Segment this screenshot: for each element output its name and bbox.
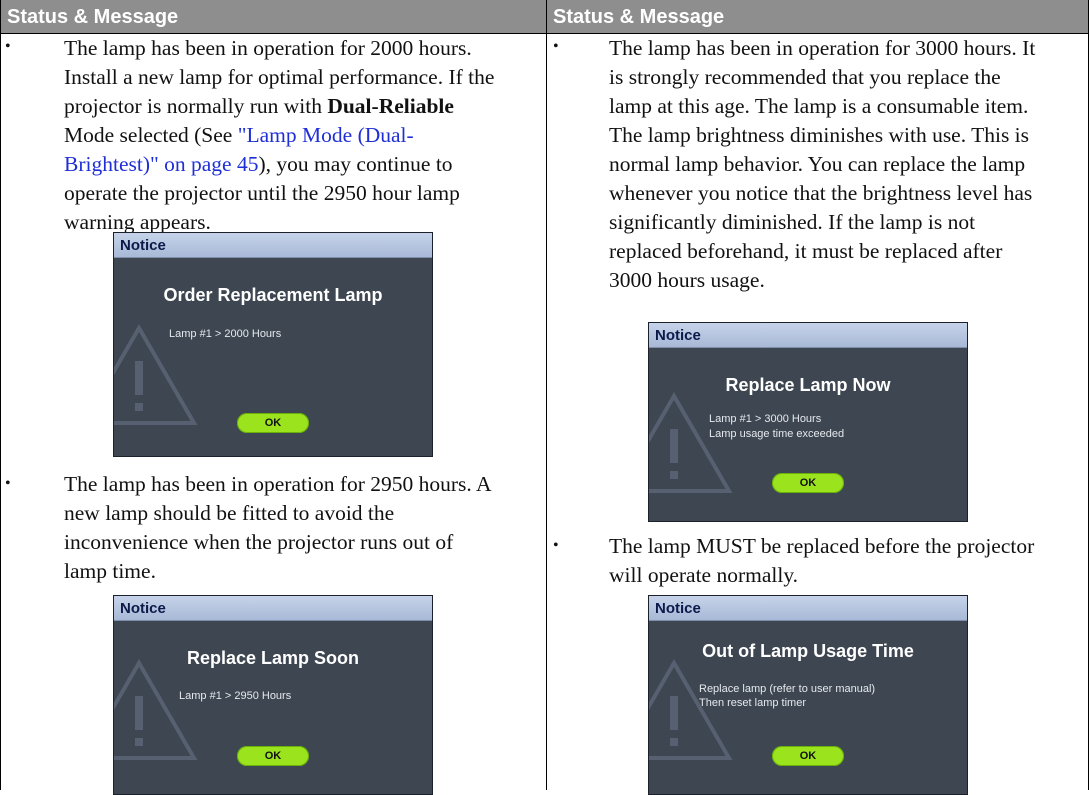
ok-button[interactable]: OK — [772, 473, 844, 493]
text-line: Mode selected (See "Lamp Mode (Dual- — [64, 121, 544, 150]
list-item: The lamp has been in operation for 3000 … — [609, 34, 1087, 295]
text-line: significantly diminished. If the lamp is… — [609, 210, 976, 234]
warning-triangle-icon — [649, 659, 733, 760]
text-line: 3000 hours usage. — [609, 268, 765, 292]
bullet: • — [553, 38, 559, 55]
dialog-header: Notice — [649, 596, 967, 621]
dialog-message: Lamp #1 > 2950 Hours — [179, 690, 292, 702]
text-line: replaced beforehand, it must be replaced… — [609, 239, 1003, 263]
notice-dialog: Notice Replace Lamp Soon Lamp #1 > 2950 … — [113, 595, 433, 795]
dialog-header: Notice — [649, 323, 967, 348]
dialog-title: Replace Lamp Soon — [186, 648, 360, 668]
dialog-title: Out of Lamp Usage Time — [702, 641, 914, 661]
bullet: • — [5, 475, 11, 492]
dialog-message: Lamp #1 > 2000 Hours — [169, 328, 282, 340]
notice-dialog: Notice Order Replacement Lamp Lamp #1 > … — [113, 232, 433, 457]
text-span: projector is normally run with — [64, 94, 328, 118]
text-line: Install a new lamp for optimal performan… — [64, 65, 495, 89]
cross-reference-link[interactable]: Brightest)" on page 45 — [64, 152, 258, 176]
notice-dialog: Notice Replace Lamp Now Lamp #1 > 3000 H… — [648, 322, 968, 522]
dialog-title: Order Replacement Lamp — [163, 285, 383, 305]
ok-button[interactable]: OK — [772, 746, 844, 766]
text-line: inconvenience when the projector runs ou… — [64, 530, 454, 554]
text-span: Mode selected (See — [64, 123, 238, 147]
right-column: Status & Message • The lamp has been in … — [547, 0, 1088, 795]
text-line: lamp at this age. The lamp is a consumab… — [609, 94, 1029, 118]
cross-reference-link[interactable]: "Lamp Mode (Dual- — [238, 123, 414, 147]
text-line: will operate normally. — [609, 563, 799, 587]
text-line: is strongly recommended that you replace… — [609, 65, 1001, 89]
warning-triangle-icon — [114, 659, 198, 760]
dialog-message: Then reset lamp timer — [699, 697, 806, 709]
column-header: Status & Message — [1, 0, 546, 34]
bullet: • — [5, 38, 11, 55]
ok-button[interactable]: OK — [237, 413, 309, 433]
column-header: Status & Message — [547, 0, 1088, 34]
dialog-header: Notice — [114, 233, 432, 258]
dialog-title: Replace Lamp Now — [725, 375, 891, 395]
dialog-message: Replace lamp (refer to user manual) — [699, 683, 876, 695]
dialog-message: Lamp #1 > 3000 Hours — [709, 413, 822, 425]
text-line: lamp time. — [64, 559, 156, 583]
ok-button[interactable]: OK — [237, 746, 309, 766]
text-line: Brightest)" on page 45), you may continu… — [64, 150, 544, 179]
status-message-table: Status & Message • The lamp has been in … — [0, 0, 1089, 795]
bullet: • — [553, 537, 559, 554]
text-line: new lamp should be fitted to avoid the — [64, 501, 395, 525]
dialog-header: Notice — [114, 596, 432, 621]
list-item: The lamp has been in operation for 2950 … — [64, 470, 544, 586]
text-line: The lamp brightness diminishes with use.… — [609, 123, 1030, 147]
text-line: projector is normally run with Dual-Reli… — [64, 92, 544, 121]
text-line: The lamp MUST be replaced before the pro… — [609, 534, 1035, 558]
text-line: normal lamp behavior. You can replace th… — [609, 152, 1026, 176]
text-line: The lamp has been in operation for 2000 … — [64, 36, 472, 60]
left-column: Status & Message • The lamp has been in … — [1, 0, 547, 795]
warning-triangle-icon — [649, 392, 733, 493]
notice-dialog: Notice Out of Lamp Usage Time Replace la… — [648, 595, 968, 795]
list-item: The lamp has been in operation for 2000 … — [64, 34, 544, 237]
text-span: ), you may continue to — [258, 152, 453, 176]
mode-name: Dual-Reliable — [327, 94, 454, 118]
text-line: The lamp has been in operation for 3000 … — [609, 36, 1036, 60]
text-line: operate the projector until the 2950 hou… — [64, 181, 460, 205]
list-item: The lamp MUST be replaced before the pro… — [609, 532, 1087, 590]
text-line: The lamp has been in operation for 2950 … — [64, 472, 492, 496]
dialog-message: Lamp usage time exceeded — [709, 428, 845, 440]
text-line: whenever you notice that the brightness … — [609, 181, 1033, 205]
